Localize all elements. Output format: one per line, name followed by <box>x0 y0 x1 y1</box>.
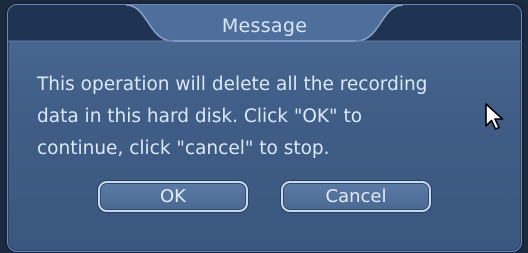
message-line: This operation will delete all the recor… <box>37 74 428 95</box>
ok-button[interactable]: OK <box>98 181 248 212</box>
message-line: data in this hard disk. Click "OK" to <box>37 106 363 127</box>
message-dialog: Message This operation will delete all t… <box>7 4 522 252</box>
cancel-button[interactable]: Cancel <box>281 181 431 212</box>
message-line: continue, click "cancel" to stop. <box>37 138 330 159</box>
mouse-pointer-icon <box>485 103 504 130</box>
dialog-message: This operation will delete all the recor… <box>37 69 507 165</box>
dialog-title: Message <box>221 15 308 37</box>
